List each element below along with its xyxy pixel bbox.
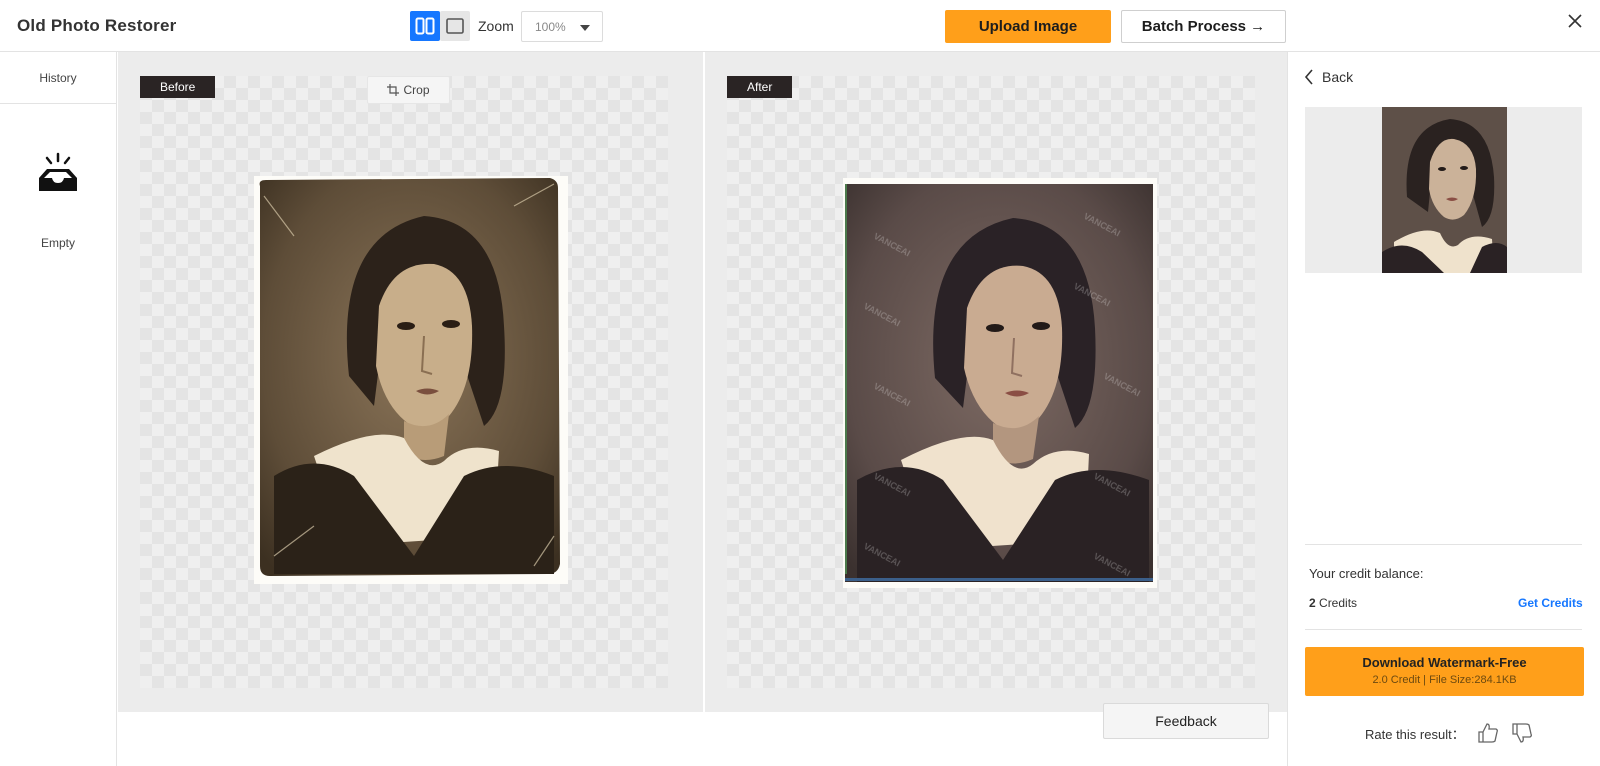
result-thumbnail-image: [1382, 107, 1507, 273]
single-view-button[interactable]: [440, 11, 470, 41]
credit-balance-label: Your credit balance:: [1309, 566, 1424, 581]
split-view-icon: [415, 17, 435, 35]
close-icon: [1568, 14, 1582, 28]
before-panel: Before Crop: [118, 52, 703, 712]
before-photo[interactable]: [254, 176, 568, 584]
crop-label: Crop: [403, 83, 430, 97]
chevron-down-icon: [580, 25, 590, 31]
credit-amount: 2: [1309, 596, 1316, 610]
credit-unit: Credits: [1315, 596, 1358, 610]
app-title: Old Photo Restorer: [17, 16, 177, 35]
close-button[interactable]: [1564, 10, 1586, 32]
after-photo[interactable]: VANCEAI VANCEAI VANCEAI VANCEAI VANCEAI …: [843, 178, 1157, 588]
bottom-bar: Feedback: [118, 703, 1287, 766]
download-watermark-free-button[interactable]: Download Watermark-Free 2.0 Credit | Fil…: [1305, 647, 1584, 696]
result-panel: Back Your credit balance: 2 Credits Get …: [1287, 52, 1600, 766]
app-root: Old Photo Restorer Zoom 100% Upload Imag…: [0, 0, 1600, 766]
zoom-label: Zoom: [478, 18, 514, 34]
divider: [1305, 544, 1582, 545]
history-empty-text: Empty: [40, 236, 75, 250]
zoom-select[interactable]: 100%: [521, 11, 603, 42]
rate-label: Rate this result：: [1365, 726, 1465, 742]
after-tag: After: [727, 76, 793, 98]
crop-button[interactable]: Crop: [367, 76, 450, 104]
credit-balance-value: 2 Credits: [1309, 596, 1357, 610]
result-thumbnail[interactable]: [1305, 107, 1582, 273]
crop-icon: [387, 84, 400, 96]
after-portrait-image: VANCEAI VANCEAI VANCEAI VANCEAI VANCEAI …: [845, 184, 1153, 582]
back-button[interactable]: Back: [1304, 69, 1353, 85]
history-tab[interactable]: History: [0, 52, 116, 104]
chevron-left-icon: [1304, 69, 1313, 85]
split-view-button[interactable]: [410, 11, 440, 41]
empty-inbox-icon: [39, 152, 77, 191]
comparison-workspace: Before Crop After VANCEAI VANCEAI VANCEA…: [118, 52, 1287, 712]
after-panel: After VANCEAI VANCEAI VANCEAI VANCEAI VA…: [705, 52, 1287, 712]
download-title: Download Watermark-Free: [1362, 655, 1527, 670]
back-label: Back: [1322, 69, 1354, 85]
thumbs-down-icon[interactable]: [1511, 722, 1533, 744]
batch-process-button[interactable]: Batch Process →: [1121, 10, 1286, 43]
top-header: Old Photo Restorer Zoom 100% Upload Imag…: [0, 0, 1600, 52]
before-tag: Before: [140, 76, 216, 98]
download-subtitle: 2.0 Credit | File Size:284.1KB: [1372, 674, 1517, 686]
upload-image-button[interactable]: Upload Image: [945, 10, 1111, 43]
single-view-icon: [446, 18, 464, 34]
rate-result-row: Rate this result：: [1365, 722, 1533, 744]
before-portrait-image: [259, 178, 560, 576]
thumbs-up-icon[interactable]: [1477, 722, 1499, 744]
feedback-button[interactable]: Feedback: [1103, 703, 1269, 739]
divider: [1305, 629, 1582, 630]
get-credits-link[interactable]: Get Credits: [1518, 596, 1583, 610]
zoom-value: 100%: [535, 20, 566, 34]
history-sidebar: History Empty: [0, 52, 117, 766]
